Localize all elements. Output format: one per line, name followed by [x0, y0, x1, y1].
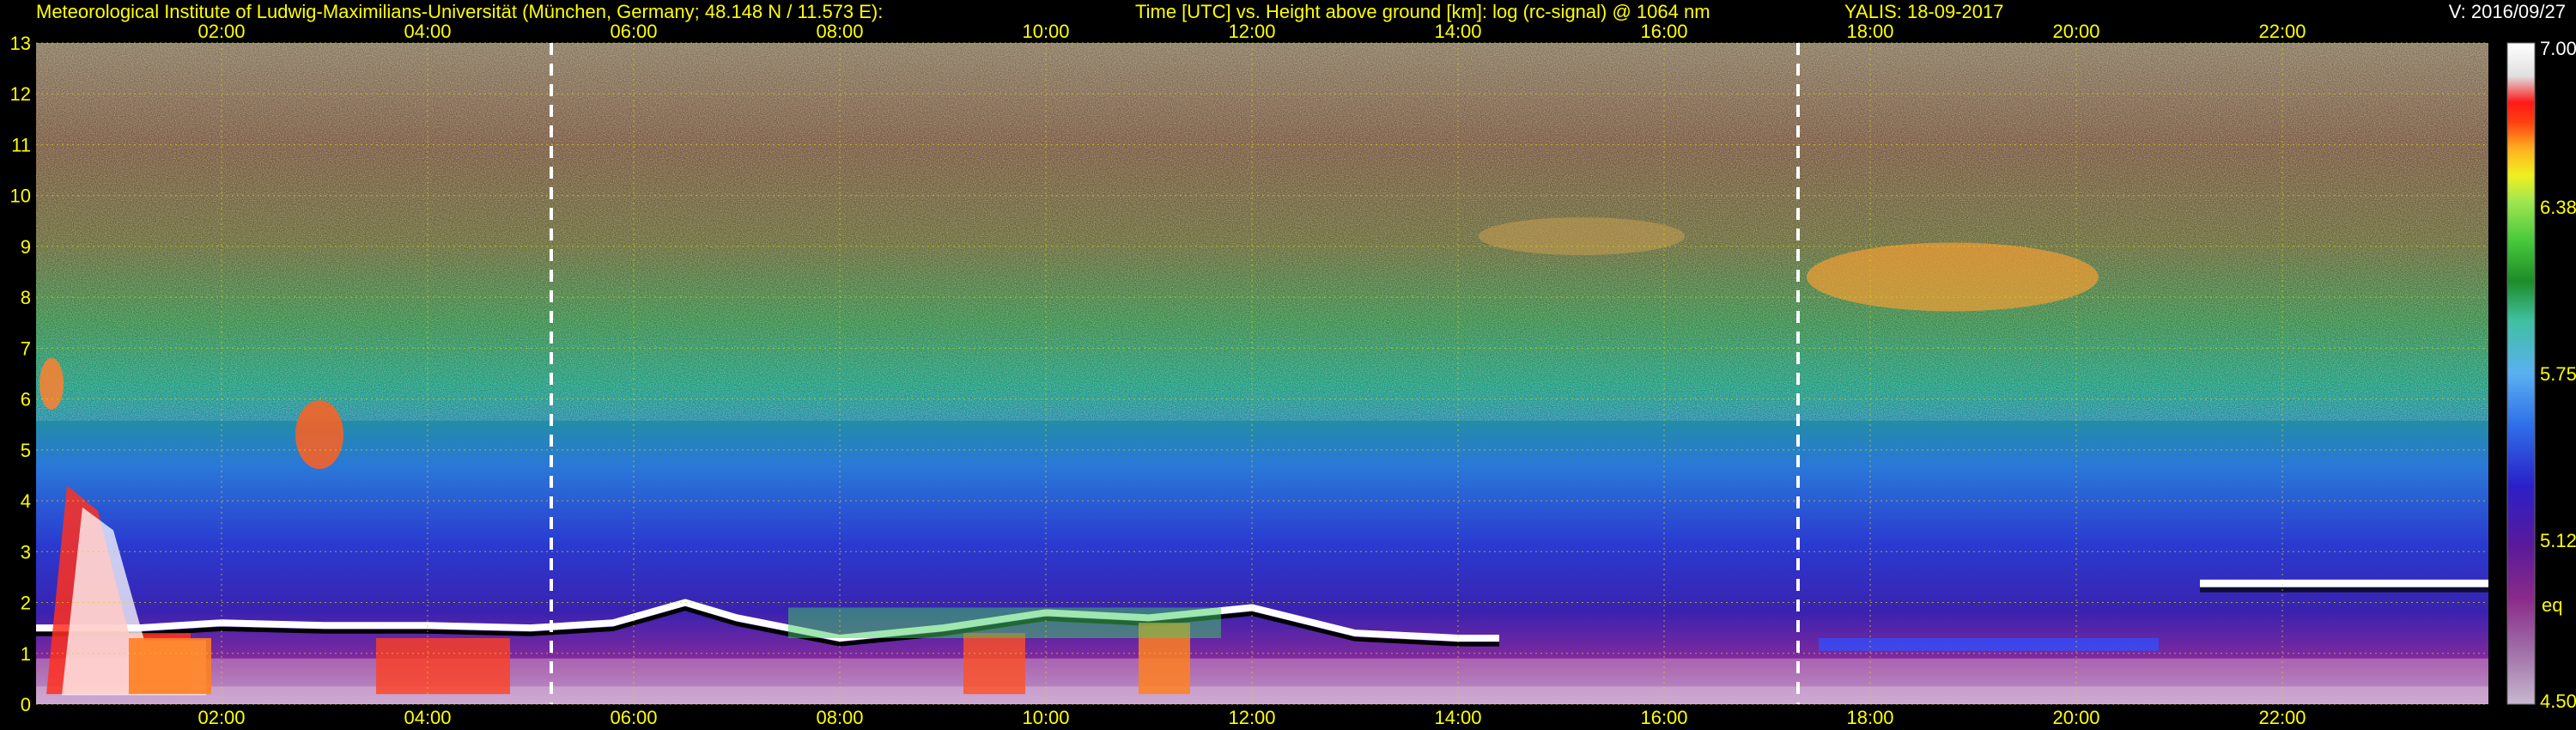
- x-tick-top-6: 14:00: [1434, 21, 1481, 42]
- x-tick-bottom-4: 10:00: [1022, 707, 1069, 728]
- colorbar-label-1: 6.38: [2540, 197, 2576, 218]
- colorbar-label-4: 4.50: [2540, 690, 2576, 712]
- x-tick-top-9: 20:00: [2052, 21, 2099, 42]
- x-tick-top-7: 16:00: [1640, 21, 1687, 42]
- y-tick-12: 12: [10, 83, 31, 105]
- x-tick-bottom-0: 02:00: [197, 707, 245, 728]
- x-tick-bottom-8: 18:00: [1846, 707, 1893, 728]
- x-tick-top-0: 02:00: [197, 21, 245, 42]
- x-tick-bottom-5: 12:00: [1228, 707, 1275, 728]
- x-tick-top-4: 10:00: [1022, 21, 1069, 42]
- y-tick-6: 6: [21, 389, 31, 411]
- colorbar: [2506, 42, 2536, 705]
- y-tick-8: 8: [21, 287, 31, 308]
- lidar-chart: 02:00 04:00 06:00 08:00 10:00 12:00 14:00 16:00…: [10, 21, 2576, 728]
- y-tick-11: 11: [11, 134, 31, 155]
- colorbar-label-2: 5.75: [2540, 363, 2576, 385]
- colorbar-eq-label: eq: [2542, 594, 2562, 616]
- x-tick-bottom-9: 20:00: [2052, 707, 2099, 728]
- y-tick-1: 1: [21, 643, 31, 665]
- y-tick-5: 5: [21, 440, 31, 461]
- y-tick-0: 0: [21, 694, 31, 715]
- colorbar-labels: 7.00 6.38 5.75 5.12 4.50 eq: [2540, 38, 2576, 712]
- x-tick-top-5: 12:00: [1228, 21, 1275, 42]
- colorbar-label-0: 7.00: [2540, 38, 2576, 59]
- x-tick-top-8: 18:00: [1846, 21, 1893, 42]
- x-tick-top-1: 04:00: [404, 21, 451, 42]
- x-tick-bottom-1: 04:00: [404, 707, 451, 728]
- colorbar-label-3: 5.12: [2540, 530, 2576, 551]
- x-tick-top-10: 22:00: [2258, 21, 2306, 42]
- y-tick-3: 3: [21, 541, 31, 563]
- y-axis-labels: 012345678910111213: [10, 33, 31, 715]
- x-tick-bottom-10: 22:00: [2258, 707, 2306, 728]
- x-tick-bottom-7: 16:00: [1640, 707, 1687, 728]
- x-tick-top-3: 08:00: [816, 21, 863, 42]
- y-tick-2: 2: [21, 593, 31, 614]
- x-tick-bottom-2: 06:00: [610, 707, 657, 728]
- x-axis-top-labels: 02:00 04:00 06:00 08:00 10:00 12:00 14:00 16:00…: [197, 21, 2306, 42]
- y-tick-4: 4: [21, 490, 31, 512]
- signal-noise-overlay: [36, 43, 2488, 421]
- y-tick-13: 13: [10, 33, 31, 54]
- x-tick-top-2: 06:00: [610, 21, 657, 42]
- x-axis-bottom-labels: 02:00 04:00 06:00 08:00 10:00 12:00 14:00 16:00…: [197, 707, 2306, 728]
- y-tick-10: 10: [10, 186, 31, 207]
- y-tick-7: 7: [21, 338, 31, 359]
- y-tick-9: 9: [21, 236, 31, 258]
- x-tick-bottom-6: 14:00: [1434, 707, 1481, 728]
- x-tick-bottom-3: 08:00: [816, 707, 863, 728]
